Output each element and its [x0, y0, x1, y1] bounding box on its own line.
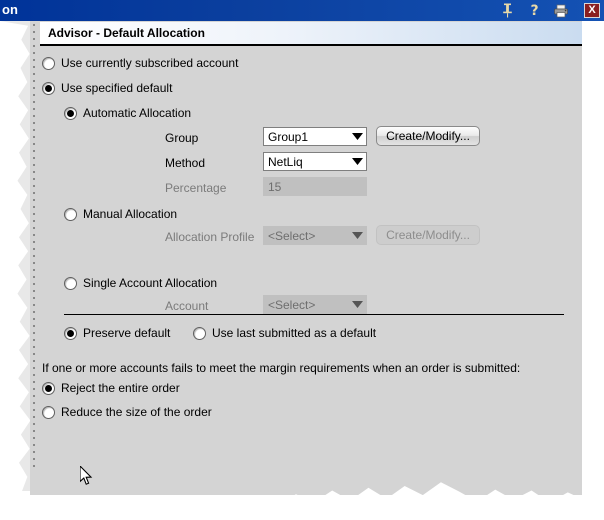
allocation-profile-dropdown: <Select>: [263, 226, 367, 245]
account-dropdown-value: <Select>: [268, 297, 316, 312]
radio-use-currently-subscribed-account[interactable]: Use currently subscribed account: [42, 56, 238, 70]
method-dropdown[interactable]: NetLiq: [263, 152, 367, 171]
radio-indicator[interactable]: [42, 81, 55, 95]
chevron-down-icon: [348, 301, 366, 308]
panel-header-bar: Advisor - Default Allocation: [40, 22, 582, 46]
titlebar-icon-group: ? X: [499, 0, 600, 21]
radio-indicator[interactable]: [64, 106, 77, 120]
radio-indicator[interactable]: [42, 381, 55, 395]
group-dropdown[interactable]: Group1: [263, 127, 367, 146]
group-label: Group: [165, 131, 199, 145]
radio-manual-allocation[interactable]: Manual Allocation: [64, 207, 177, 221]
svg-text:?: ?: [530, 3, 538, 18]
radio-single-account-allocation[interactable]: Single Account Allocation: [64, 276, 217, 290]
account-dropdown: <Select>: [263, 295, 367, 314]
radio-label: Preserve default: [83, 326, 171, 340]
percentage-label: Percentage: [165, 181, 227, 195]
radio-reject-entire-order[interactable]: Reject the entire order: [42, 381, 180, 395]
dialog-content: Use currently subscribed account Use spe…: [38, 48, 582, 468]
pin-icon[interactable]: [499, 3, 515, 19]
perforation-dotted-line: [33, 24, 35, 472]
margin-requirements-description: If one or more accounts fails to meet th…: [42, 361, 521, 375]
percentage-input: 15: [263, 177, 367, 196]
chevron-down-icon: [348, 158, 366, 165]
radio-label: Automatic Allocation: [83, 106, 192, 120]
radio-indicator[interactable]: [42, 56, 55, 70]
group-create-modify-button[interactable]: Create/Modify...: [376, 126, 480, 146]
account-label: Account: [165, 299, 209, 313]
radio-label: Single Account Allocation: [83, 276, 218, 290]
allocation-profile-value: <Select>: [268, 228, 316, 243]
radio-indicator[interactable]: [64, 207, 77, 221]
window-titlebar: on ? X: [0, 0, 604, 21]
allocation-profile-label: Allocation Profile: [165, 230, 255, 244]
help-icon[interactable]: ?: [526, 3, 542, 19]
radio-use-specified-default[interactable]: Use specified default: [42, 81, 172, 95]
page-title: Advisor - Default Allocation: [48, 26, 205, 40]
radio-label: Use specified default: [61, 81, 173, 95]
allocation-profile-create-modify-button: Create/Modify...: [376, 225, 480, 245]
method-dropdown-value: NetLiq: [268, 154, 303, 169]
radio-label: Use last submitted as a default: [212, 326, 377, 340]
radio-automatic-allocation[interactable]: Automatic Allocation: [64, 106, 191, 120]
percentage-value: 15: [268, 179, 282, 194]
radio-indicator[interactable]: [64, 276, 77, 290]
print-icon[interactable]: [553, 3, 569, 19]
radio-label: Use currently subscribed account: [61, 56, 239, 70]
group-dropdown-value: Group1: [268, 129, 309, 144]
method-label: Method: [165, 156, 206, 170]
radio-preserve-default[interactable]: Preserve default: [64, 326, 170, 340]
radio-label: Reject the entire order: [61, 381, 180, 395]
radio-label: Reduce the size of the order: [61, 405, 212, 419]
radio-indicator[interactable]: [42, 405, 55, 419]
radio-label: Manual Allocation: [83, 207, 178, 221]
chevron-down-icon: [348, 232, 366, 239]
radio-use-last-submitted-as-default[interactable]: Use last submitted as a default: [193, 326, 376, 340]
chevron-down-icon: [348, 133, 366, 140]
radio-reduce-size-of-order[interactable]: Reduce the size of the order: [42, 405, 212, 419]
close-button[interactable]: X: [584, 3, 600, 18]
section-separator: [64, 314, 564, 315]
radio-indicator[interactable]: [64, 326, 77, 340]
radio-indicator[interactable]: [193, 326, 206, 340]
window-title: on: [2, 2, 18, 17]
